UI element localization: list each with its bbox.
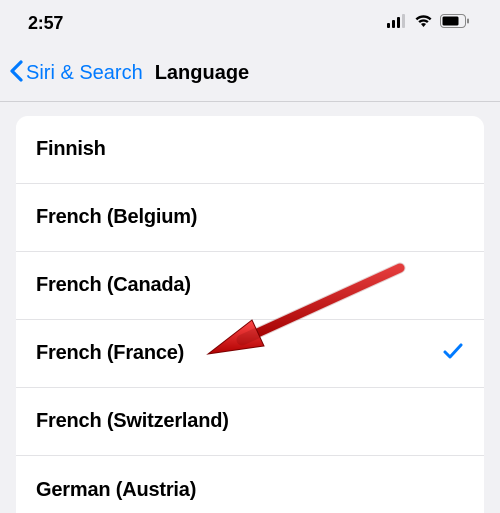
list-item-label: Finnish [36,138,106,161]
language-item-french-canada[interactable]: French (Canada) [16,252,484,320]
language-item-french-france[interactable]: French (France) [16,320,484,388]
back-label: Siri & Search [26,62,143,85]
battery-icon [440,14,470,33]
back-button[interactable]: Siri & Search [8,59,143,89]
language-list: Finnish French (Belgium) French (Canada)… [16,116,484,513]
status-time: 2:57 [28,13,63,34]
status-bar: 2:57 [0,0,500,46]
status-icons [387,14,470,33]
checkmark-icon [442,340,464,367]
language-item-german-austria[interactable]: German (Austria) [16,456,484,513]
list-item-label: French (France) [36,342,184,365]
cellular-signal-icon [387,14,407,33]
wifi-icon [414,14,433,33]
language-item-finnish[interactable]: Finnish [16,116,484,184]
list-item-label: French (Belgium) [36,206,197,229]
chevron-left-icon [8,59,24,89]
language-item-french-belgium[interactable]: French (Belgium) [16,184,484,252]
page-title: Language [155,62,249,85]
content-area: Finnish French (Belgium) French (Canada)… [0,102,500,513]
list-item-label: French (Switzerland) [36,410,229,433]
nav-bar: Siri & Search Language [0,46,500,102]
list-item-label: French (Canada) [36,274,191,297]
list-item-label: German (Austria) [36,479,196,502]
language-item-french-switzerland[interactable]: French (Switzerland) [16,388,484,456]
